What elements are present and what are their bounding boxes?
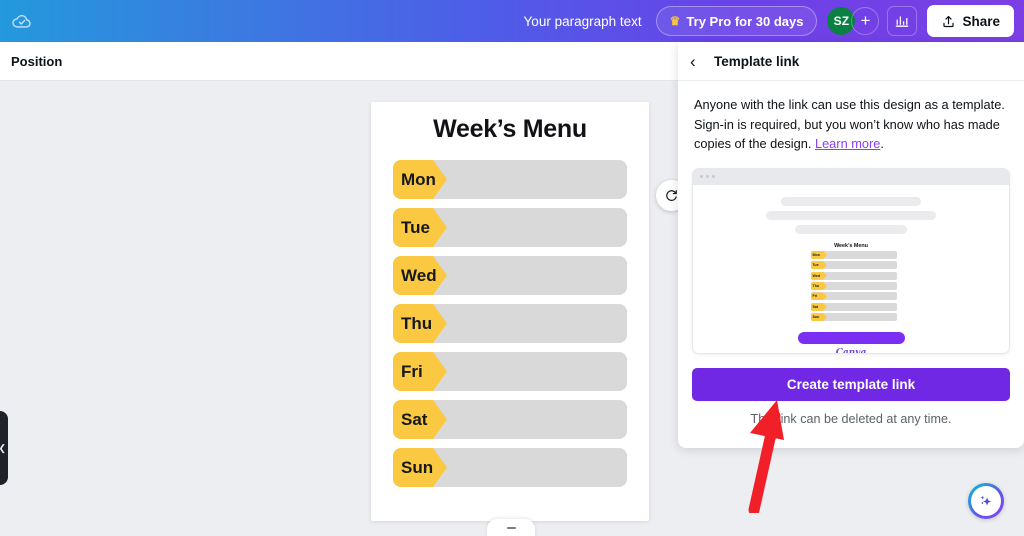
day-label[interactable]: Tue: [401, 208, 430, 247]
panel-header: ‹ Template link: [678, 42, 1024, 81]
day-label[interactable]: Wed: [401, 256, 437, 295]
day-row[interactable]: Tue: [393, 208, 627, 247]
day-row[interactable]: Sat: [393, 400, 627, 439]
mini-day-label: Fri: [812, 294, 818, 299]
mini-browser-body: Week’s Menu Mon Tue Wed Thu Fri Sat Sun …: [693, 196, 1009, 353]
try-pro-label: Try Pro for 30 days: [686, 13, 804, 29]
day-row[interactable]: Wed: [393, 256, 627, 295]
canva-logo: Canva: [693, 348, 1009, 352]
create-template-link-button[interactable]: Create template link: [692, 367, 1010, 401]
panel-description: Anyone with the link can use this design…: [678, 81, 1024, 154]
mini-day-label: Wed: [812, 273, 821, 278]
mini-cta-button: [797, 332, 905, 345]
window-dot-icon: [712, 175, 715, 178]
day-label[interactable]: Sun: [401, 448, 433, 487]
learn-more-link[interactable]: Learn more: [815, 136, 880, 151]
mini-day-label: Thu: [812, 284, 820, 289]
days-list: Mon Tue Wed Thu Fri Sat Sun: [371, 160, 649, 487]
mini-design: Week’s Menu Mon Tue Wed Thu Fri Sat Sun: [805, 243, 897, 322]
top-bar-actions: Your paragraph text ♛ Try Pro for 30 day…: [524, 5, 1024, 37]
day-label[interactable]: Mon: [401, 160, 436, 199]
upload-icon: [943, 15, 955, 27]
canva-editor-window: Your paragraph text ♛ Try Pro for 30 day…: [0, 0, 1024, 536]
template-link-panel: ‹ Template link Anyone with the link can…: [678, 42, 1024, 448]
placeholder-line: [781, 196, 921, 206]
magic-assistant-inner: [971, 486, 1001, 516]
template-preview: Week’s Menu Mon Tue Wed Thu Fri Sat Sun …: [692, 167, 1010, 354]
rotate-handle[interactable]: [656, 180, 678, 211]
sparkle-icon: [980, 495, 992, 506]
day-row[interactable]: Sun: [393, 448, 627, 487]
mini-day-row: Sun: [805, 313, 897, 322]
crown-icon: ♛: [669, 14, 681, 28]
page-resize-grip[interactable]: [487, 519, 535, 536]
share-button[interactable]: Share: [927, 5, 1014, 37]
mini-day-row: Thu: [805, 282, 897, 291]
mini-day-row: Tue: [805, 261, 897, 270]
day-row[interactable]: Mon: [393, 160, 627, 199]
paragraph-text-label: Your paragraph text: [523, 13, 642, 29]
mini-day-row: Sat: [805, 302, 897, 311]
day-row[interactable]: Thu: [393, 304, 627, 343]
placeholder-line: [766, 210, 936, 220]
day-label[interactable]: Fri: [401, 352, 423, 391]
mini-day-row: Fri: [805, 292, 897, 301]
design-page[interactable]: Week’s Menu Mon Tue Wed Thu Fri Sat Sun: [371, 102, 649, 521]
window-dot-icon: [706, 175, 709, 178]
sidebar-collapse-handle[interactable]: ❮: [0, 411, 8, 485]
top-bar: Your paragraph text ♛ Try Pro for 30 day…: [0, 0, 1024, 42]
rotate-icon: [666, 190, 677, 201]
mini-day-row: Wed: [805, 271, 897, 280]
magic-assistant-button[interactable]: [968, 483, 1004, 519]
object-toolbar: Position: [0, 42, 678, 81]
mini-design-title: Week’s Menu: [834, 242, 868, 249]
template-link-note: This link can be deleted at any time.: [750, 411, 952, 426]
panel-description-period: .: [880, 136, 884, 151]
back-chevron-icon[interactable]: ‹: [690, 53, 710, 70]
day-label[interactable]: Thu: [401, 304, 432, 343]
add-member-button[interactable]: +: [851, 7, 880, 35]
cloud-check-icon[interactable]: [9, 8, 35, 34]
day-row[interactable]: Fri: [393, 352, 627, 391]
mini-day-row: Mon: [805, 250, 897, 259]
mini-day-label: Mon: [812, 252, 820, 257]
chevron-left-icon: ❮: [0, 443, 6, 453]
day-label[interactable]: Sat: [401, 400, 427, 439]
mini-day-label: Sat: [812, 304, 819, 309]
position-button[interactable]: Position: [11, 54, 62, 69]
try-pro-button[interactable]: ♛ Try Pro for 30 days: [655, 6, 818, 36]
share-label: Share: [962, 13, 1000, 29]
window-dot-icon: [700, 175, 703, 178]
drag-grip-icon: [506, 527, 516, 529]
canvas-area[interactable]: ❮ Week’s Menu Mon Tue Wed: [0, 81, 678, 536]
bar-chart-icon[interactable]: [887, 6, 918, 36]
placeholder-line: [795, 224, 907, 234]
mini-browser-bar: [693, 168, 1009, 185]
panel-title: Template link: [714, 53, 800, 69]
design-title[interactable]: Week’s Menu: [371, 115, 649, 144]
mini-day-label: Tue: [812, 263, 819, 268]
mini-day-label: Sun: [812, 315, 820, 320]
